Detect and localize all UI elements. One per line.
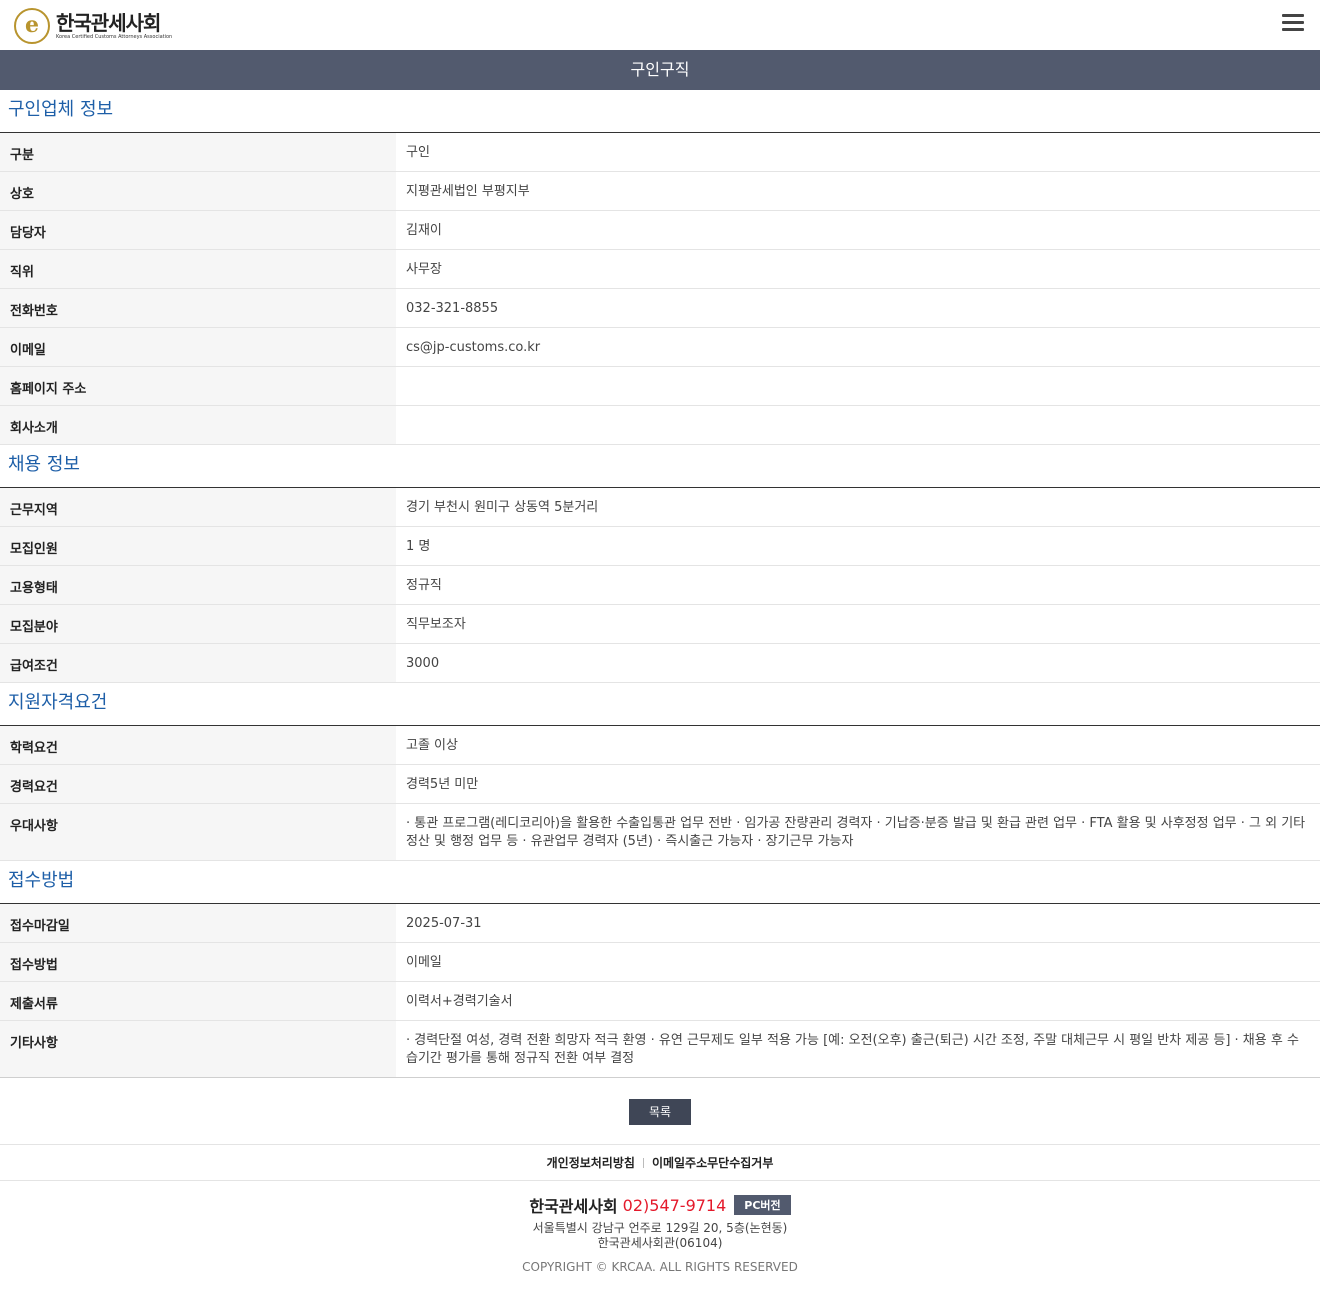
section-title-application: 접수방법 [0, 861, 1320, 904]
row-value: 김재이 [406, 223, 442, 238]
table-row: 기타사항 · 경력단절 여성, 경력 전환 희망자 적극 환영 · 유연 근무제도… [0, 1021, 1320, 1078]
table-row: 급여조건 3000 [0, 644, 1320, 683]
footer-address-line1: 서울특별시 강남구 언주로 129길 20, 5층(논현동) [532, 1221, 788, 1235]
hiring-info-table: 근무지역 경기 부천시 원미구 상동역 5분거리 모집인원 1 명 고용형태 정규직 … [0, 488, 1320, 683]
row-label: 경력요건 [0, 765, 396, 803]
section-title-company: 구인업체 정보 [0, 90, 1320, 133]
row-value: 032-321-8855 [406, 301, 499, 316]
row-label: 접수방법 [0, 943, 396, 981]
row-value: 1 명 [406, 539, 431, 554]
table-row: 담당자 김재이 [0, 211, 1320, 250]
table-row: 이메일 cs@jp-customs.co.kr [0, 328, 1320, 367]
table-row: 상호 지평관세법인 부평지부 [0, 172, 1320, 211]
application-table: 접수마감일 2025-07-31 접수방법 이메일 제출서류 이력서+경력기술서 기타… [0, 904, 1320, 1078]
link-divider [642, 1157, 644, 1168]
logo-korean-name: 한국관세사회 [56, 10, 161, 35]
row-value: · 통관 프로그램(레디코리아)을 활용한 수출입통관 업무 전반 · 임가공 … [406, 816, 1306, 849]
row-label: 근무지역 [0, 488, 396, 526]
row-label: 우대사항 [0, 804, 396, 860]
row-value: cs@jp-customs.co.kr [406, 340, 541, 355]
row-label: 모집분야 [0, 605, 396, 643]
row-value: 이메일 [406, 955, 442, 970]
row-label: 구분 [0, 133, 396, 171]
table-row: 구분 구인 [0, 133, 1320, 172]
row-label: 모집인원 [0, 527, 396, 565]
table-row: 모집분야 직무보조자 [0, 605, 1320, 644]
table-row: 홈페이지 주소 [0, 367, 1320, 406]
email-refusal-link[interactable]: 이메일주소무단수집거부 [652, 1154, 773, 1171]
company-info-table: 구분 구인 상호 지평관세법인 부평지부 담당자 김재이 직위 사무장 전화번호 032-… [0, 133, 1320, 445]
table-row: 제출서류 이력서+경력기술서 [0, 982, 1320, 1021]
site-logo[interactable]: e 한국관세사회 Korea Certified Customs Attorne… [14, 8, 172, 44]
row-value: 지평관세법인 부평지부 [406, 184, 530, 199]
row-value: 구인 [406, 145, 430, 160]
table-row: 학력요건 고졸 이상 [0, 726, 1320, 765]
table-row: 경력요건 경력5년 미만 [0, 765, 1320, 804]
row-label: 접수마감일 [0, 904, 396, 942]
logo-emblem-icon: e [14, 8, 50, 44]
hamburger-menu-icon[interactable] [1282, 14, 1304, 32]
row-value: · 경력단절 여성, 경력 전환 희망자 적극 환영 · 유연 근무제도 일부 … [406, 1033, 1299, 1066]
section-title-hiring: 채용 정보 [0, 445, 1320, 488]
footer-info: 한국관세사회 02)547-9714 PC버전 서울특별시 강남구 언주로 12… [0, 1181, 1320, 1274]
row-label: 홈페이지 주소 [0, 367, 396, 405]
row-label: 기타사항 [0, 1021, 396, 1077]
qualification-table: 학력요건 고졸 이상 경력요건 경력5년 미만 우대사항 · 통관 프로그램(레디코리… [0, 726, 1320, 861]
footer-links: 개인정보처리방침 이메일주소무단수집거부 [0, 1145, 1320, 1181]
row-value: 직무보조자 [406, 617, 466, 632]
logo-text: 한국관세사회 Korea Certified Customs Attorneys… [56, 12, 172, 41]
row-value: 정규직 [406, 578, 442, 593]
row-label: 고용형태 [0, 566, 396, 604]
row-value: 이력서+경력기술서 [406, 994, 513, 1009]
footer-contact: 한국관세사회 02)547-9714 PC버전 [0, 1193, 1320, 1217]
table-row: 우대사항 · 통관 프로그램(레디코리아)을 활용한 수출입통관 업무 전반 · … [0, 804, 1320, 861]
row-value: 사무장 [406, 262, 442, 277]
pc-version-button[interactable]: PC버전 [734, 1195, 791, 1215]
list-button[interactable]: 목록 [629, 1098, 691, 1125]
footer-org-name: 한국관세사회 [529, 1197, 618, 1216]
row-value [396, 367, 1320, 405]
row-value: 고졸 이상 [406, 738, 458, 753]
row-label: 담당자 [0, 211, 396, 249]
row-value [396, 406, 1320, 444]
row-value: 경기 부천시 원미구 상동역 5분거리 [406, 500, 599, 515]
section-title-qualification: 지원자격요건 [0, 683, 1320, 726]
row-label: 상호 [0, 172, 396, 210]
table-row: 모집인원 1 명 [0, 527, 1320, 566]
table-row: 전화번호 032-321-8855 [0, 289, 1320, 328]
table-row: 접수방법 이메일 [0, 943, 1320, 982]
row-label: 학력요건 [0, 726, 396, 764]
table-row: 직위 사무장 [0, 250, 1320, 289]
site-header: e 한국관세사회 Korea Certified Customs Attorne… [0, 0, 1320, 50]
row-label: 이메일 [0, 328, 396, 366]
row-label: 전화번호 [0, 289, 396, 327]
page-title: 구인구직 [0, 50, 1320, 90]
row-label: 직위 [0, 250, 396, 288]
row-value: 3000 [406, 656, 440, 671]
row-label: 급여조건 [0, 644, 396, 682]
footer-address-line2: 한국관세사회관(06104) [597, 1236, 723, 1250]
privacy-policy-link[interactable]: 개인정보처리방침 [547, 1154, 635, 1171]
table-row: 접수마감일 2025-07-31 [0, 904, 1320, 943]
row-value: 2025-07-31 [406, 916, 482, 931]
table-row: 고용형태 정규직 [0, 566, 1320, 605]
list-button-container: 목록 [0, 1078, 1320, 1145]
row-value: 경력5년 미만 [406, 777, 479, 792]
footer-copyright: COPYRIGHT © KRCAA. ALL RIGHTS RESERVED [522, 1260, 798, 1274]
logo-english-name: Korea Certified Customs Attorneys Associ… [56, 33, 173, 40]
table-row: 회사소개 [0, 406, 1320, 445]
table-row: 근무지역 경기 부천시 원미구 상동역 5분거리 [0, 488, 1320, 527]
row-label: 회사소개 [0, 406, 396, 444]
footer-phone: 02)547-9714 [622, 1195, 727, 1215]
row-label: 제출서류 [0, 982, 396, 1020]
